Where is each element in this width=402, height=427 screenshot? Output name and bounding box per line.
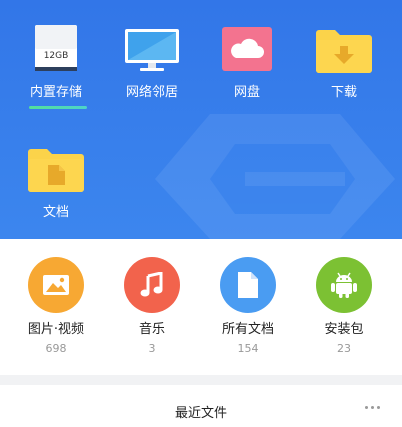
storage-capacity-label: 12GB [43, 51, 69, 61]
cloud-icon [222, 27, 272, 71]
document-icon [220, 257, 276, 313]
document-folder-icon [28, 149, 84, 192]
location-label: 网盘 [233, 85, 260, 100]
file-categories: 图片·视频 698 音乐 3 所有文档 154 安装包 23 [0, 239, 402, 375]
recent-files-title: 最近文件 [174, 406, 227, 421]
category-label: 图片·视频 [27, 322, 85, 337]
category-count: 698 [45, 342, 67, 355]
location-label: 内置存储 [29, 85, 82, 100]
monitor-icon [125, 29, 179, 71]
music-note-icon [124, 257, 180, 313]
storage-drive-icon [35, 25, 77, 71]
location-label: 文档 [42, 205, 69, 220]
category-count: 154 [237, 342, 259, 355]
dot [370, 405, 374, 409]
location-label: 网络邻居 [125, 85, 178, 100]
category-count: 23 [337, 342, 351, 355]
dot [376, 405, 380, 409]
android-icon [316, 257, 372, 313]
location-label: 下载 [330, 85, 357, 100]
storage-locations-panel: 12GB 内置存储 网络邻居 网盘 下载 文档 [0, 0, 402, 239]
category-label: 安装包 [324, 322, 364, 337]
more-dots-icon[interactable] [358, 399, 386, 415]
category-label: 音乐 [138, 322, 165, 337]
category-label: 所有文档 [221, 322, 274, 337]
dot [364, 405, 368, 409]
download-folder-icon [316, 30, 372, 73]
recent-files-header: 最近文件 [0, 385, 402, 427]
category-count: 3 [148, 342, 156, 355]
watermark-logo-icon [155, 114, 395, 239]
image-icon [28, 257, 84, 313]
section-divider [0, 375, 402, 385]
active-tab-indicator [29, 106, 87, 109]
